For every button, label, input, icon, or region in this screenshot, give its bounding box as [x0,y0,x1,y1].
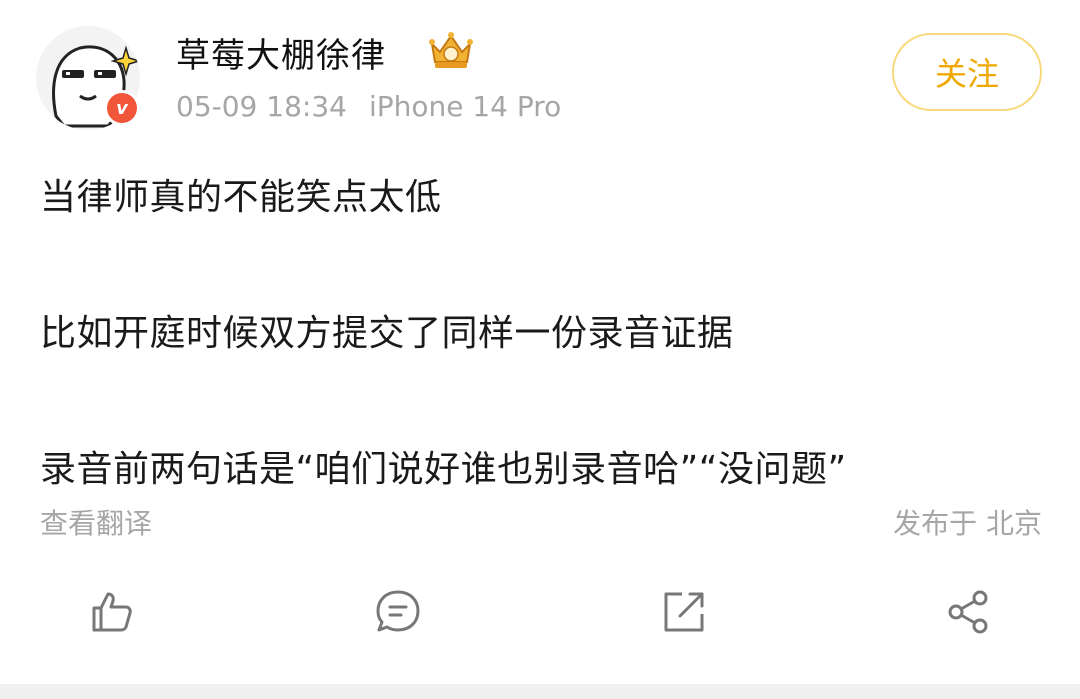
post-meta: 05-09 18:34 iPhone 14 Pro [176,90,561,123]
follow-button[interactable]: 关注 [892,33,1042,111]
crown-badge-icon[interactable] [426,30,476,72]
post-paragraph-2: 比如开庭时候双方提交了同样一份录音证据 [40,313,734,354]
thumbs-up-icon[interactable] [88,588,136,636]
comment-icon[interactable] [374,588,422,636]
view-translation-link[interactable]: 查看翻译 [40,502,152,542]
bottom-divider [0,684,1080,699]
post-location: 发布于 北京 [893,507,1042,540]
post-paragraph-1: 当律师真的不能笑点太低 [40,177,442,218]
weibo-post: v 草莓大棚徐律 05-09 18:34 iPhone 14 Pro 关注 当律师… [0,0,1080,699]
verified-badge: v [104,90,140,126]
verified-v-badge-icon: v [107,93,137,123]
post-device: iPhone 14 Pro [368,90,562,123]
repost-icon[interactable] [660,588,708,636]
post-time: 05-09 18:34 [176,90,347,123]
author-name[interactable]: 草莓大棚徐律 [176,28,386,77]
post-paragraph-3: 录音前两句话是“咱们说好谁也别录音哈”“没问题” [40,449,847,490]
share-icon[interactable] [944,588,992,636]
